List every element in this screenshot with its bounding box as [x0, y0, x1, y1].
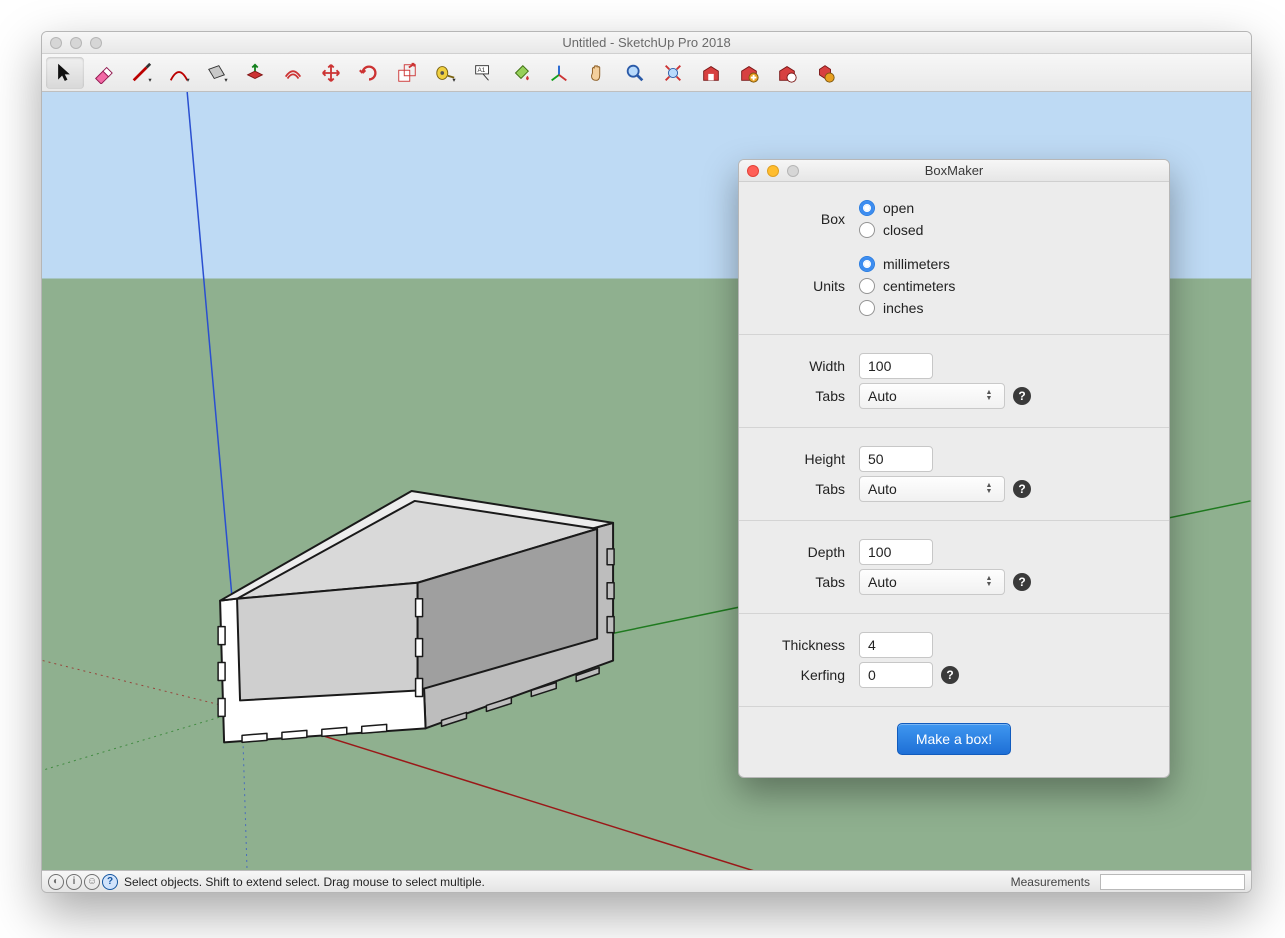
width-tabs-select[interactable]: Auto ▲▼	[859, 383, 1005, 409]
close-window-button[interactable]	[50, 37, 62, 49]
stepper-icon: ▲▼	[982, 576, 996, 588]
box-open-label: open	[883, 200, 914, 216]
kerfing-input[interactable]	[859, 662, 933, 688]
eraser-tool-button[interactable]	[84, 57, 122, 89]
box-open-radio[interactable]: open	[859, 200, 923, 216]
help-icon[interactable]: ?	[1013, 387, 1031, 405]
dialog-minimize-button[interactable]	[767, 165, 779, 177]
height-tabs-label: Tabs	[761, 481, 859, 497]
window-controls	[50, 37, 102, 49]
dialog-zoom-button[interactable]	[787, 165, 799, 177]
box-label: Box	[761, 211, 859, 227]
make-box-button[interactable]: Make a box!	[897, 723, 1011, 755]
depth-input[interactable]	[859, 539, 933, 565]
zoom-extents-tool-button[interactable]	[654, 57, 692, 89]
help-icon[interactable]: ?	[941, 666, 959, 684]
units-cm-radio[interactable]: centimeters	[859, 278, 955, 294]
depth-tabs-select[interactable]: Auto ▲▼	[859, 569, 1005, 595]
box-closed-label: closed	[883, 222, 923, 238]
zoom-tool-button[interactable]	[616, 57, 654, 89]
select-tool-button[interactable]	[46, 57, 84, 89]
svg-text:▾: ▾	[148, 77, 151, 84]
help-icon[interactable]: ?	[1013, 480, 1031, 498]
tape-measure-tool-button[interactable]: ▾	[426, 57, 464, 89]
height-input[interactable]	[859, 446, 933, 472]
status-icons: ◐ i ☺ ?	[48, 874, 118, 890]
line-tool-button[interactable]: ▾	[122, 57, 160, 89]
push-pull-tool-button[interactable]	[236, 57, 274, 89]
radio-unchecked-icon	[859, 300, 875, 316]
measurements-label: Measurements	[1011, 875, 1090, 889]
offset-tool-button[interactable]	[274, 57, 312, 89]
dialog-close-button[interactable]	[747, 165, 759, 177]
width-tabs-value: Auto	[868, 388, 897, 404]
help-icon[interactable]: ?	[1013, 573, 1031, 591]
zoom-window-button[interactable]	[90, 37, 102, 49]
status-hint: Select objects. Shift to extend select. …	[124, 875, 1005, 889]
paint-bucket-tool-button[interactable]	[502, 57, 540, 89]
boxmaker-dialog: BoxMaker Box open closed	[738, 159, 1170, 778]
box-closed-radio[interactable]: closed	[859, 222, 923, 238]
titlebar: Untitled - SketchUp Pro 2018	[42, 32, 1251, 54]
thickness-input[interactable]	[859, 632, 933, 658]
move-tool-button[interactable]	[312, 57, 350, 89]
geolocation-status-icon[interactable]: ◐	[48, 874, 64, 890]
height-tabs-select[interactable]: Auto ▲▼	[859, 476, 1005, 502]
profile-status-icon[interactable]: ☺	[84, 874, 100, 890]
rectangle-tool-button[interactable]: ▾	[198, 57, 236, 89]
depth-label: Depth	[761, 544, 859, 560]
help-status-icon[interactable]: ?	[102, 874, 118, 890]
layers-button[interactable]	[768, 57, 806, 89]
thickness-label: Thickness	[761, 637, 859, 653]
units-in-radio[interactable]: inches	[859, 300, 955, 316]
width-input[interactable]	[859, 353, 933, 379]
stepper-icon: ▲▼	[982, 390, 996, 402]
stepper-icon: ▲▼	[982, 483, 996, 495]
radio-checked-icon	[859, 200, 875, 216]
kerfing-label: Kerfing	[761, 667, 859, 683]
units-label: Units	[761, 278, 859, 294]
depth-tabs-value: Auto	[868, 574, 897, 590]
svg-text:▾: ▾	[186, 77, 189, 84]
add-location-button[interactable]	[806, 57, 844, 89]
credits-status-icon[interactable]: i	[66, 874, 82, 890]
window-title: Untitled - SketchUp Pro 2018	[42, 35, 1251, 50]
units-mm-radio[interactable]: millimeters	[859, 256, 955, 272]
height-tabs-value: Auto	[868, 481, 897, 497]
height-label: Height	[761, 451, 859, 467]
3d-warehouse-button[interactable]	[692, 57, 730, 89]
radio-checked-icon	[859, 256, 875, 272]
dialog-titlebar: BoxMaker	[739, 160, 1169, 182]
text-tool-button[interactable]: A1	[464, 57, 502, 89]
depth-tabs-label: Tabs	[761, 574, 859, 590]
svg-text:▾: ▾	[224, 77, 227, 84]
units-mm-label: millimeters	[883, 256, 950, 272]
svg-text:A1: A1	[478, 67, 486, 74]
measurements-input[interactable]	[1100, 874, 1245, 890]
main-toolbar: ▾ ▾ ▾ ▾ A1	[42, 54, 1251, 92]
svg-text:▾: ▾	[452, 77, 455, 84]
axes-tool-button[interactable]	[540, 57, 578, 89]
arc-tool-button[interactable]: ▾	[160, 57, 198, 89]
dialog-title: BoxMaker	[739, 163, 1169, 178]
radio-unchecked-icon	[859, 278, 875, 294]
width-tabs-label: Tabs	[761, 388, 859, 404]
radio-unchecked-icon	[859, 222, 875, 238]
units-in-label: inches	[883, 300, 923, 316]
width-label: Width	[761, 358, 859, 374]
status-bar: ◐ i ☺ ? Select objects. Shift to extend …	[42, 870, 1251, 892]
scale-tool-button[interactable]	[388, 57, 426, 89]
pan-tool-button[interactable]	[578, 57, 616, 89]
units-cm-label: centimeters	[883, 278, 955, 294]
minimize-window-button[interactable]	[70, 37, 82, 49]
rotate-tool-button[interactable]	[350, 57, 388, 89]
extension-warehouse-button[interactable]	[730, 57, 768, 89]
